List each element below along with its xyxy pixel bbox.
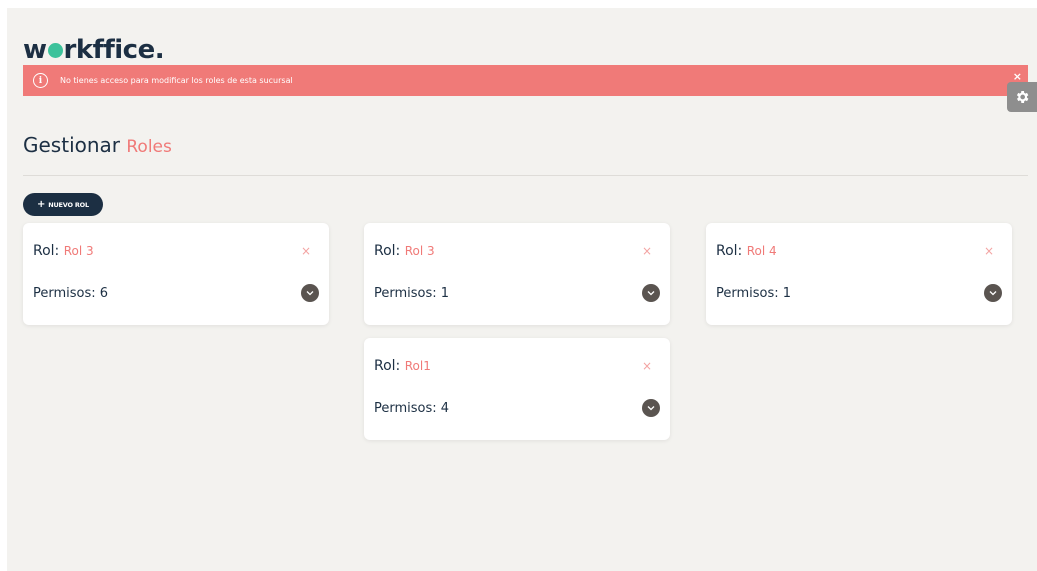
- role-card: Rol: Rol1 × Permisos: 4: [364, 338, 670, 440]
- role-label: Rol:: [374, 243, 401, 259]
- expand-permissions-button[interactable]: [301, 284, 319, 302]
- role-title: Rol: Rol 3: [33, 243, 94, 259]
- chevron-down-icon: [647, 291, 655, 296]
- logo-dot-icon: [47, 43, 63, 58]
- chevron-down-icon: [647, 406, 655, 411]
- page-title: Gestionar Roles: [23, 133, 172, 157]
- permissions-count: Permisos: 1: [716, 286, 791, 301]
- permissions-value: 6: [99, 286, 109, 301]
- permissions-label: Permisos:: [374, 286, 437, 301]
- settings-gear-button[interactable]: [1007, 82, 1037, 112]
- role-name: Rol1: [404, 359, 431, 373]
- alert-message: No tienes acceso para modificar los role…: [60, 76, 293, 85]
- new-role-button[interactable]: + NUEVO ROL: [23, 193, 103, 216]
- permissions-label: Permisos:: [716, 286, 779, 301]
- permissions-label: Permisos:: [33, 286, 96, 301]
- expand-permissions-button[interactable]: [642, 284, 660, 302]
- logo-text-start: w: [23, 35, 47, 65]
- role-title: Rol: Rol 4: [716, 243, 777, 259]
- permissions-count: Permisos: 1: [374, 286, 449, 301]
- role-label: Rol:: [716, 243, 743, 259]
- page: w rkffice. i No tienes acceso para modifi…: [7, 8, 1037, 571]
- plus-icon: +: [37, 199, 46, 210]
- role-title: Rol: Rol 3: [374, 243, 435, 259]
- permissions-value: 1: [440, 286, 450, 301]
- expand-permissions-button[interactable]: [642, 399, 660, 417]
- role-card: Rol: Rol 3 × Permisos: 1: [364, 223, 670, 325]
- role-card: Rol: Rol 4 × Permisos: 1: [706, 223, 1012, 325]
- role-title: Rol: Rol1: [374, 358, 431, 374]
- info-icon: i: [33, 73, 48, 88]
- expand-permissions-button[interactable]: [984, 284, 1002, 302]
- page-title-main: Gestionar: [23, 133, 121, 157]
- permissions-count: Permisos: 6: [33, 286, 108, 301]
- new-role-label: NUEVO ROL: [48, 200, 89, 209]
- role-name: Rol 3: [63, 244, 94, 258]
- logo-text-end: rkffice.: [63, 35, 165, 65]
- permissions-count: Permisos: 4: [374, 401, 449, 416]
- workffice-logo: w rkffice.: [23, 35, 165, 65]
- delete-role-button[interactable]: ×: [642, 245, 652, 257]
- delete-role-button[interactable]: ×: [642, 360, 652, 372]
- role-name: Rol 3: [404, 244, 435, 258]
- permissions-value: 1: [782, 286, 792, 301]
- permissions-value: 4: [440, 401, 450, 416]
- divider: [23, 175, 1028, 176]
- role-name: Rol 4: [746, 244, 777, 258]
- chevron-down-icon: [989, 291, 997, 296]
- role-label: Rol:: [374, 358, 401, 374]
- role-label: Rol:: [33, 243, 60, 259]
- chevron-down-icon: [306, 291, 314, 296]
- page-title-accent: Roles: [126, 137, 172, 157]
- gear-icon: [1016, 91, 1029, 103]
- delete-role-button[interactable]: ×: [984, 245, 994, 257]
- error-alert: i No tienes acceso para modificar los ro…: [23, 65, 1028, 96]
- permissions-label: Permisos:: [374, 401, 437, 416]
- delete-role-button[interactable]: ×: [301, 245, 311, 257]
- role-card: Rol: Rol 3 × Permisos: 6: [23, 223, 329, 325]
- alert-close-button[interactable]: ×: [1013, 71, 1022, 82]
